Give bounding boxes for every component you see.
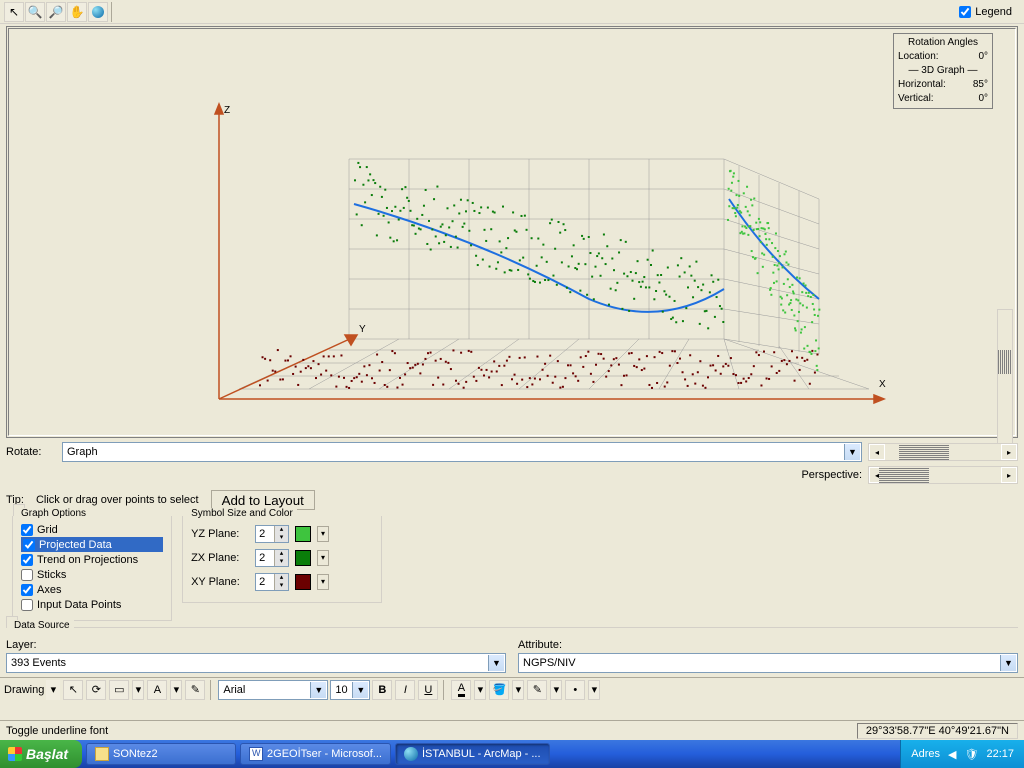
toolbar-separator: [111, 2, 115, 22]
italic-button[interactable]: I: [395, 680, 415, 700]
axis-y-label: Y: [359, 324, 366, 335]
rotate-combo[interactable]: Graph ▼: [62, 442, 862, 462]
chevron-down-icon[interactable]: ▾: [46, 680, 60, 700]
zoom-in-tool[interactable]: 🔍: [25, 2, 45, 22]
select-tool[interactable]: ↖: [63, 680, 83, 700]
scrollbar-left[interactable]: ◂: [869, 444, 885, 460]
xy-size[interactable]: 2▴▾: [255, 573, 289, 591]
edit-tool[interactable]: ✎: [185, 680, 205, 700]
graph-panel: Rotation Angles Location:0° — 3D Graph —…: [6, 26, 1018, 438]
zx-size[interactable]: 2▴▾: [255, 549, 289, 567]
rotation-angles-box: Rotation Angles Location:0° — 3D Graph —…: [893, 33, 993, 109]
shape-tool[interactable]: ▭: [109, 680, 129, 700]
plot-svg: [179, 99, 899, 429]
legend-checkbox[interactable]: [959, 6, 971, 18]
scrollbar-right[interactable]: ▸: [1001, 444, 1017, 460]
start-button[interactable]: Başlat: [0, 740, 82, 768]
chevron-down-icon[interactable]: ▼: [488, 655, 504, 671]
taskbar-task[interactable]: SONtez2: [86, 743, 236, 765]
graph-canvas[interactable]: Rotation Angles Location:0° — 3D Graph —…: [8, 28, 1016, 436]
font-size-combo[interactable]: 10▼: [330, 680, 370, 700]
trend-yz: [729, 199, 819, 299]
view-toolbar: ↖ 🔍 🔎 ✋ Legend: [0, 0, 1024, 24]
full-extent-tool[interactable]: [88, 2, 108, 22]
text-tool[interactable]: A: [147, 680, 167, 700]
rotate-tool[interactable]: ⟳: [86, 680, 106, 700]
add-to-layout-button[interactable]: Add to Layout: [211, 490, 315, 510]
rotate-row: Rotate: Graph ▼ ◂ ▸: [0, 440, 1024, 464]
taskbar-task[interactable]: 2GEOİTser - Microsof...: [240, 743, 391, 765]
taskbar-task[interactable]: İSTANBUL - ArcMap - ...: [395, 743, 550, 765]
rotate-hscroll[interactable]: ◂ ▸: [868, 443, 1018, 461]
legend-toggle[interactable]: Legend: [959, 6, 1020, 18]
windows-icon: [8, 747, 22, 761]
bold-button[interactable]: B: [372, 680, 392, 700]
opt-trend[interactable]: Trend on Projections: [21, 552, 163, 567]
xy-color-dd[interactable]: ▾: [317, 574, 329, 590]
perspective-hscroll[interactable]: ◂ ▸: [868, 466, 1018, 484]
yz-color-dd[interactable]: ▾: [317, 526, 329, 542]
opt-sticks[interactable]: Sticks: [21, 567, 163, 582]
adres-label: Adres: [911, 748, 940, 760]
perspective-row: Perspective: ◂ ▸: [0, 464, 1024, 486]
chevron-down-icon[interactable]: ▼: [844, 444, 860, 460]
tray-icon[interactable]: ◀: [948, 748, 956, 761]
opt-projected[interactable]: Projected Data: [21, 537, 163, 552]
tip-text: Click or drag over points to select: [36, 494, 199, 506]
axis-z-label: Z: [224, 105, 230, 116]
status-bar: Toggle underline font 29°33'58.77"E 40°4…: [0, 720, 1024, 740]
attribute-label: Attribute:: [518, 639, 1018, 651]
legend-label: Legend: [975, 6, 1012, 18]
graph-rotate-vscroll[interactable]: [997, 309, 1013, 459]
grid-zx: [239, 159, 869, 389]
opt-axes[interactable]: Axes: [21, 582, 163, 597]
pan-tool[interactable]: ✋: [67, 2, 87, 22]
font-color-button[interactable]: A: [451, 680, 471, 700]
underline-button[interactable]: U: [418, 680, 438, 700]
system-tray[interactable]: Adres ◀ 🛡 22:17: [900, 740, 1024, 768]
opt-input-points[interactable]: Input Data Points: [21, 597, 163, 612]
yz-size[interactable]: 2▴▾: [255, 525, 289, 543]
layer-combo[interactable]: 393 Events▼: [6, 653, 506, 673]
font-combo[interactable]: Arial▼: [218, 680, 328, 700]
chevron-down-icon[interactable]: ▼: [1000, 655, 1016, 671]
xy-color[interactable]: [295, 574, 311, 590]
zx-color[interactable]: [295, 550, 311, 566]
layer-label: Layer:: [6, 639, 506, 651]
axis-x-label: X: [879, 379, 886, 390]
line-color-button[interactable]: ✎: [527, 680, 547, 700]
graph-options-group: Graph Options Grid Projected Data Trend …: [12, 516, 172, 621]
yz-color[interactable]: [295, 526, 311, 542]
opt-grid[interactable]: Grid: [21, 522, 163, 537]
drawing-label: Drawing: [4, 684, 44, 696]
clock: 22:17: [986, 748, 1014, 760]
folder-icon: [95, 747, 109, 761]
status-coords: 29°33'58.77"E 40°49'21.67"N: [857, 723, 1018, 739]
drawing-toolbar: Drawing ▾ ↖ ⟳ ▭▾ A▾ ✎ Arial▼ 10▼ B I U A…: [0, 677, 1024, 701]
taskbar: Başlat SONtez22GEOİTser - Microsof...İST…: [0, 740, 1024, 768]
symbol-group: Symbol Size and Color YZ Plane: 2▴▾ ▾ ZX…: [182, 516, 382, 603]
zoom-out-tool[interactable]: 🔎: [46, 2, 66, 22]
attribute-combo[interactable]: NGPS/NIV▼: [518, 653, 1018, 673]
tray-shield-icon[interactable]: 🛡: [965, 748, 979, 761]
word-icon: [249, 747, 263, 761]
data-source-group: Data Source Layer: 393 Events▼ Attribute…: [6, 627, 1018, 675]
zx-color-dd[interactable]: ▾: [317, 550, 329, 566]
scatter-zx: [354, 162, 724, 329]
scatter-xy: [259, 349, 818, 389]
rotate-value: Graph: [67, 446, 98, 458]
trend-zx: [354, 204, 724, 312]
globe-icon: [404, 747, 418, 761]
tip-row: Tip: Click or drag over points to select…: [0, 486, 1024, 514]
fill-color-button[interactable]: 🪣: [489, 680, 509, 700]
rotate-label: Rotate:: [6, 446, 56, 458]
pointer-tool[interactable]: ↖: [4, 2, 24, 22]
scrollbar-right[interactable]: ▸: [1001, 467, 1017, 483]
rotation-title: Rotation Angles: [898, 36, 988, 50]
perspective-label: Perspective:: [801, 469, 862, 481]
status-text: Toggle underline font: [6, 725, 108, 737]
marker-button[interactable]: •: [565, 680, 585, 700]
